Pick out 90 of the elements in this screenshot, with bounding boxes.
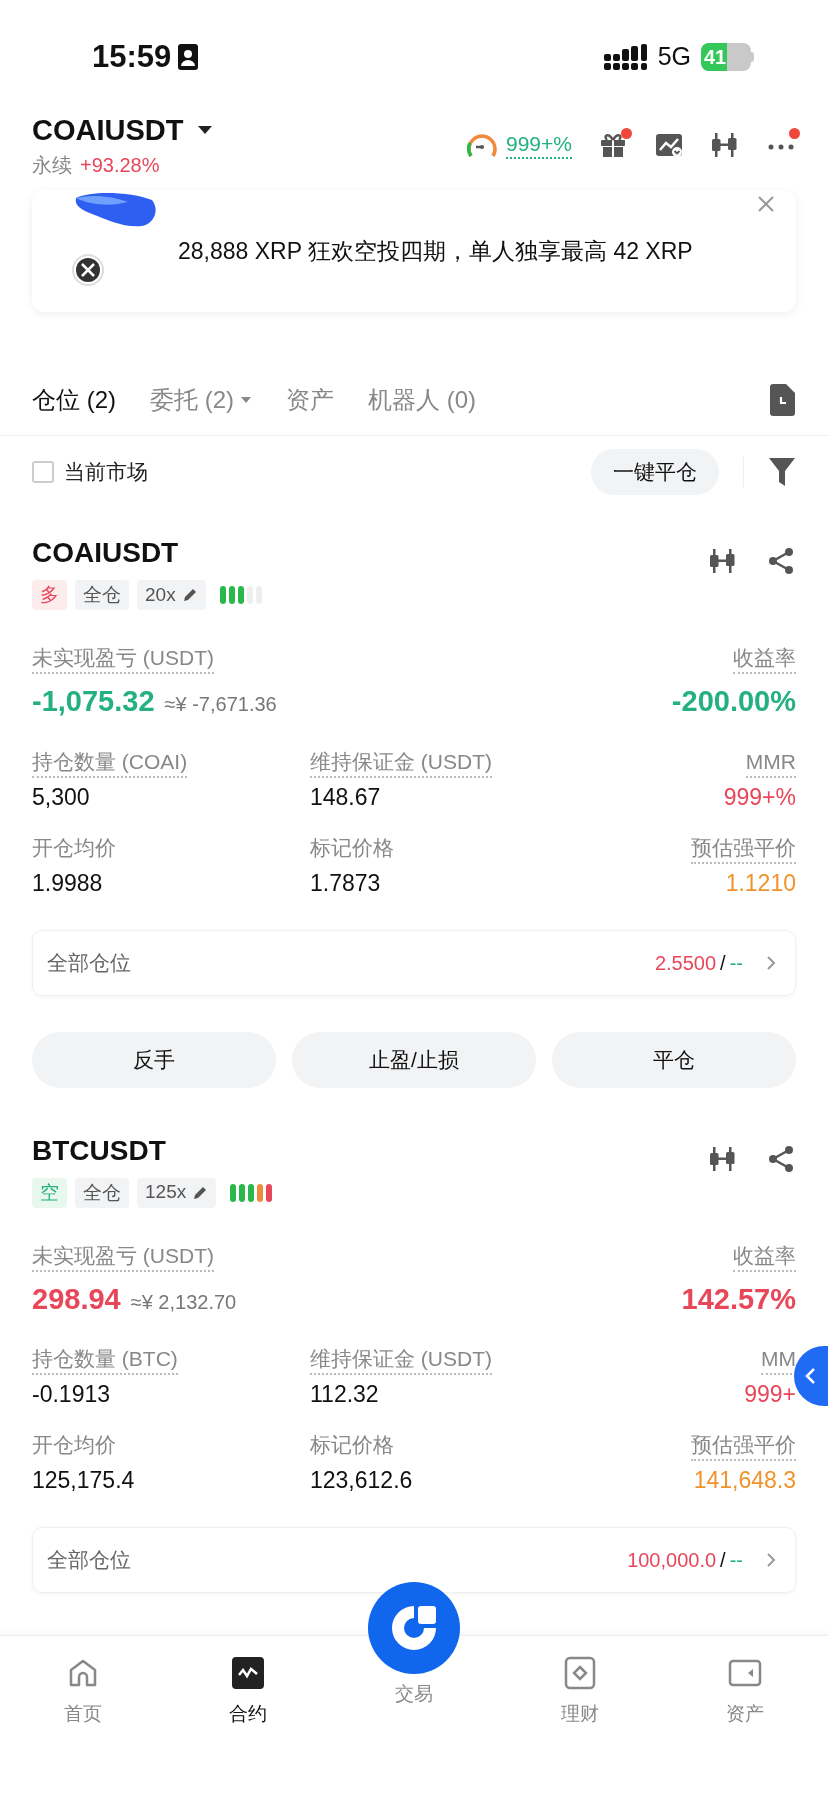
caret-icon: [197, 125, 214, 135]
stat-label: 维持保证金 (USDT): [310, 747, 492, 778]
checkbox-label: 当前市场: [64, 459, 148, 486]
close-all-button[interactable]: 一键平仓: [591, 449, 719, 495]
banner-text: 28,888 XRP 狂欢空投四期，单人独享最高 42 XRP: [178, 237, 694, 266]
pnl-value: -1,075.32: [32, 684, 155, 719]
status-time: 15:59: [92, 37, 172, 76]
stat-label: 维持保证金 (USDT): [310, 1345, 492, 1375]
stat-label: 持仓数量 (BTC): [32, 1345, 178, 1375]
candlestick-icon[interactable]: [710, 130, 740, 160]
leverage-tag[interactable]: 125x: [137, 1177, 217, 1208]
pnl-label: 未实现盈亏 (USDT): [32, 644, 214, 674]
stat-label: 预估强平价: [691, 1431, 796, 1461]
pencil-icon: [181, 587, 198, 603]
battery-indicator: 41: [701, 43, 754, 71]
stat-value: 1.9988: [32, 868, 103, 898]
side-panel-tab[interactable]: [794, 1346, 828, 1406]
signal-icon: [603, 44, 648, 70]
all-positions-row[interactable]: 全部仓位 2.5500 / --: [32, 929, 796, 996]
stat-value: 5,300: [32, 782, 90, 812]
gauge-icon: [466, 131, 498, 159]
stat-label: 开仓均价: [32, 1432, 116, 1458]
caret-icon: [240, 395, 252, 404]
nav-item[interactable]: 首页: [0, 1656, 166, 1729]
side-tag: 空: [32, 1177, 67, 1208]
position-tab[interactable]: 委托 (2): [150, 381, 252, 418]
pnl-cny-value: ≈¥ 2,132.70: [130, 1289, 237, 1315]
stat-value: 123,612.6: [310, 1466, 413, 1495]
stat-value: 999+: [744, 1380, 796, 1409]
share-icon[interactable]: [766, 546, 796, 576]
secondary-value: --: [729, 1548, 743, 1573]
position-tab[interactable]: 机器人 (0): [368, 381, 476, 418]
chevron-left-icon: [804, 1367, 818, 1385]
contract-type: 永续: [32, 153, 72, 178]
position-symbol: BTCUSDT: [32, 1133, 167, 1168]
all-positions-label: 全部仓位: [47, 949, 131, 976]
margin-mode-tag: 全仓: [75, 580, 129, 610]
secondary-value: --: [729, 950, 743, 976]
stat-value: -0.1913: [32, 1380, 110, 1409]
stat-value: 1.7873: [310, 868, 381, 898]
separator: /: [720, 1548, 726, 1573]
nav-item[interactable]: 资产: [662, 1656, 828, 1729]
stat-value: 125,175.4: [32, 1466, 135, 1495]
roe-value: 142.57%: [681, 1281, 796, 1317]
action-button[interactable]: 平仓: [552, 1031, 796, 1088]
pencil-icon: [192, 1184, 209, 1201]
nav-item[interactable]: 合约: [165, 1656, 332, 1729]
pnl-cny-value: ≈¥ -7,671.36: [164, 692, 277, 717]
stat-value: 112.32: [310, 1380, 379, 1409]
id-card-icon: [177, 43, 200, 71]
roe-label: 收益率: [733, 1241, 796, 1272]
stat-value: 1.1210: [725, 868, 796, 898]
close-icon[interactable]: [756, 194, 776, 214]
all-positions-row[interactable]: 全部仓位 100,000.0 / --: [32, 1527, 796, 1593]
nav-item[interactable]: 理财: [496, 1656, 663, 1729]
pnl-label: 未实现盈亏 (USDT): [32, 1241, 214, 1272]
roe-label: 收益率: [733, 644, 796, 674]
stat-label: MMR: [745, 747, 796, 778]
candlestick-icon[interactable]: [708, 546, 738, 576]
promo-banner[interactable]: 28,888 XRP 狂欢空投四期，单人独享最高 42 XRP: [32, 190, 796, 312]
leverage-tag[interactable]: 20x: [137, 580, 206, 610]
pnl-value: 298.94: [32, 1281, 121, 1317]
stat-label: 标记价格: [310, 1432, 394, 1458]
network-label: 5G: [657, 41, 691, 73]
separator: /: [720, 950, 726, 976]
roe-value: -200.00%: [671, 684, 796, 719]
share-icon[interactable]: [766, 1143, 796, 1174]
position-limit-value: 2.5500: [654, 950, 717, 976]
side-tag: 多: [32, 580, 67, 610]
position-tab[interactable]: 资产: [286, 381, 334, 418]
action-button[interactable]: 止盈/止损: [292, 1031, 536, 1088]
margin-mode-tag: 全仓: [75, 1177, 129, 1208]
stat-label: 开仓均价: [32, 834, 116, 861]
pulse-chart-icon: [231, 1656, 266, 1690]
stat-value: 999+%: [723, 782, 796, 812]
position-limit-value: 100,000.0: [627, 1548, 717, 1573]
history-icon[interactable]: [768, 383, 796, 416]
stat-value: 141,648.3: [693, 1466, 796, 1495]
stat-label: 标记价格: [310, 834, 394, 861]
price-change: +93.28%: [80, 153, 160, 178]
stat-label: 持仓数量 (COAI): [32, 747, 188, 778]
action-button[interactable]: 反手: [32, 1031, 276, 1088]
symbol-selector[interactable]: COAIUSDT: [32, 110, 214, 150]
all-positions-label: 全部仓位: [47, 1547, 131, 1574]
position-symbol: COAIUSDT: [32, 536, 180, 570]
stat-value: 148.67: [310, 782, 381, 812]
stat-label: 预估强平价: [691, 833, 796, 864]
position-tab[interactable]: 仓位 (2): [32, 381, 116, 418]
filter-icon[interactable]: [768, 457, 796, 487]
checkbox[interactable]: [32, 461, 54, 483]
